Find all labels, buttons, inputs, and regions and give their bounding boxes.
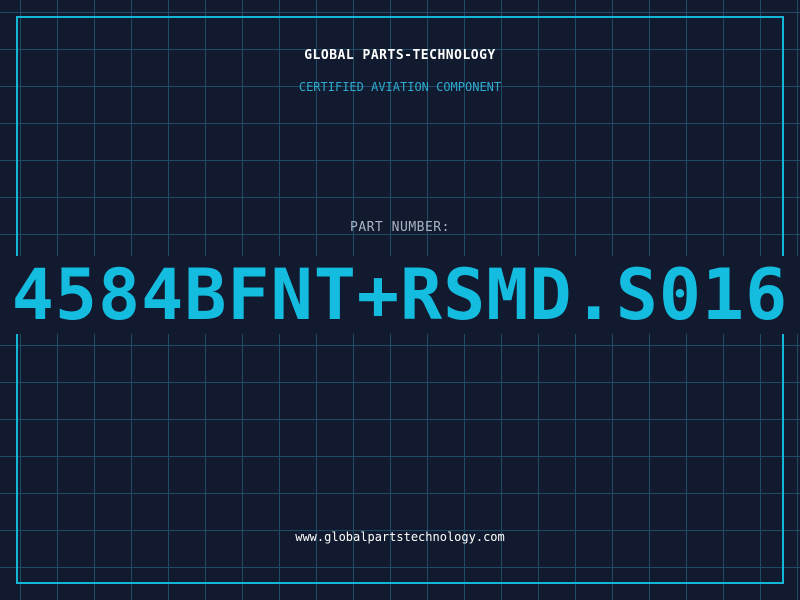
- part-number-band: 4584BFNT+RSMD.S016: [0, 256, 800, 334]
- part-number-label: PART NUMBER:: [350, 220, 450, 235]
- part-number-value: 4584BFNT+RSMD.S016: [11, 256, 789, 334]
- tagline: CERTIFIED AVIATION COMPONENT: [298, 80, 502, 94]
- website-url: www.globalpartstechnology.com: [295, 530, 505, 544]
- company-name: GLOBAL PARTS-TECHNOLOGY: [304, 48, 496, 63]
